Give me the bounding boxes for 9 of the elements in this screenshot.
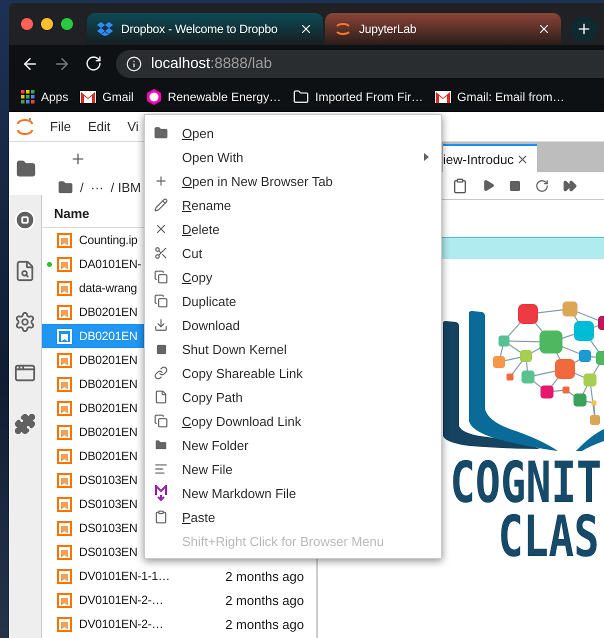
modified-time: 2 months ago — [225, 592, 304, 608]
modified-time: 2 months ago — [225, 568, 304, 584]
url-path: :8888/lab — [210, 55, 272, 72]
logo-text: CLAS — [498, 510, 600, 564]
tab-title: JupyterLab — [359, 22, 418, 36]
url-host: localhost — [151, 55, 210, 72]
logo-text: COGNIT — [450, 456, 602, 510]
modified-time: 2 months ago — [225, 616, 304, 632]
tab-title: Dropbox - Welcome to Dropbo — [121, 22, 278, 36]
